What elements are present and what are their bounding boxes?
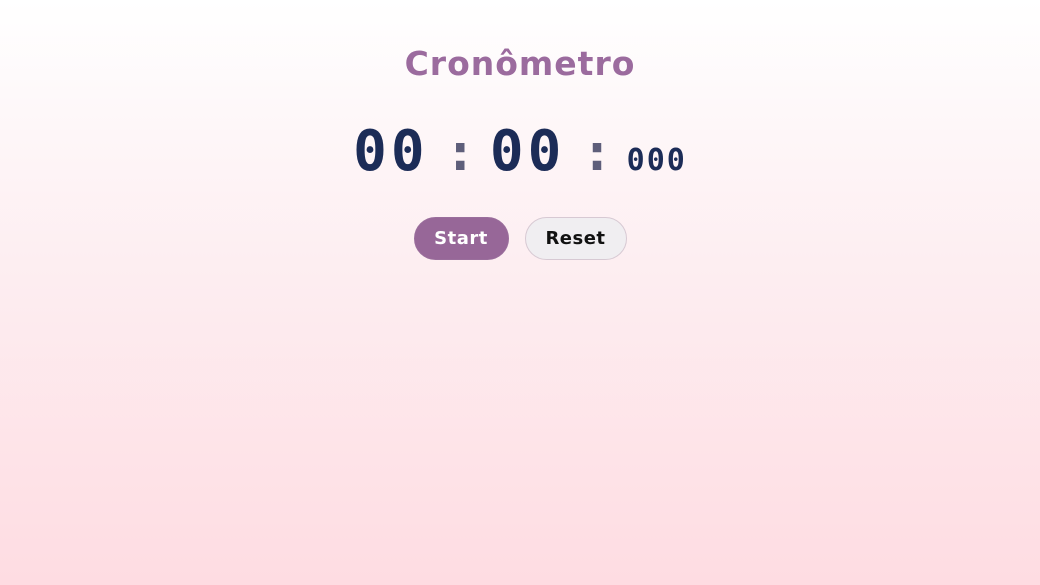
- time-separator: :: [581, 123, 613, 183]
- time-separator: :: [444, 123, 476, 183]
- start-button[interactable]: Start: [413, 217, 509, 260]
- reset-button[interactable]: Reset: [524, 217, 627, 260]
- seconds-display: 00: [489, 119, 566, 184]
- controls-bar: Start Reset: [0, 217, 1040, 260]
- page-title: Cronômetro: [404, 44, 636, 83]
- milliseconds-display: 000: [626, 143, 687, 178]
- stopwatch-display: 00 : 00 : 000: [0, 120, 1040, 185]
- minutes-display: 00: [353, 119, 429, 184]
